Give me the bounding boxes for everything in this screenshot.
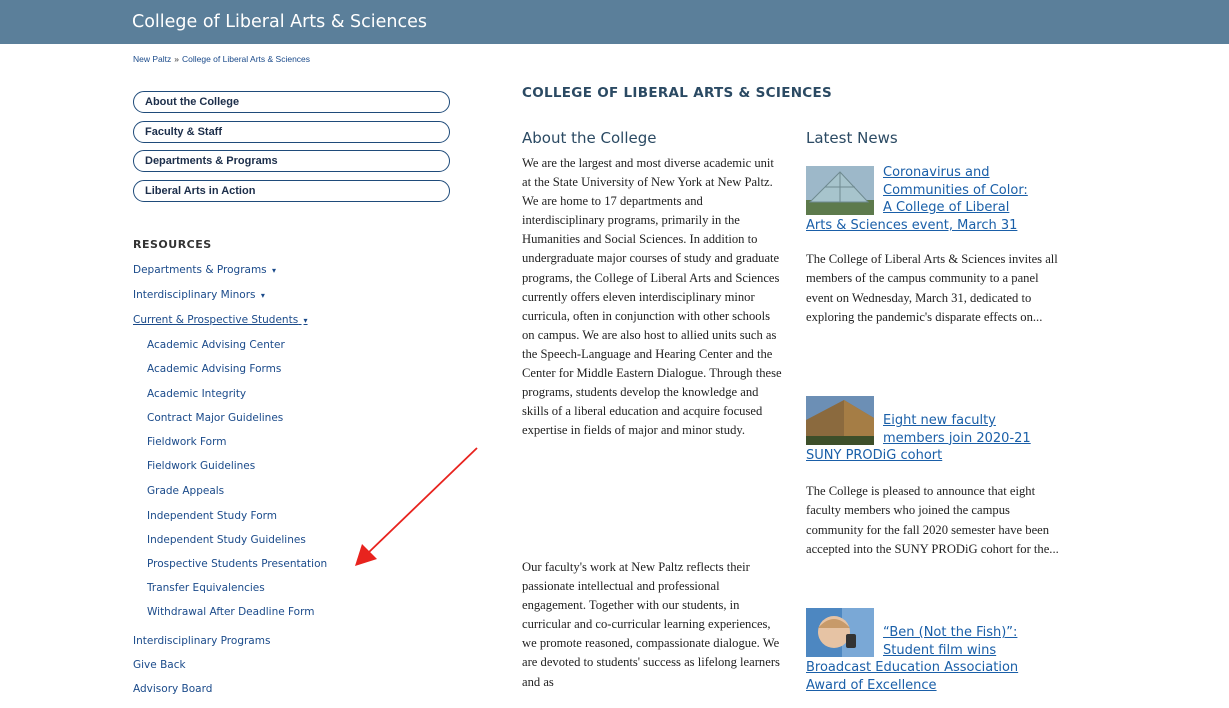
news-item-title[interactable]: “Ben (Not the Fish)”: Student film wins Br… [806,624,1068,694]
site-title[interactable]: College of Liberal Arts & Sciences [132,12,427,32]
sub-item-withdrawal-after-deadline-form[interactable]: Withdrawal After Deadline Form [147,606,314,618]
sub-item-academic-advising-forms[interactable]: Academic Advising Forms [147,363,281,375]
resources-current-prospective-students-label: Current & Prospective Students [133,314,299,326]
pill-departments-programs[interactable]: Departments & Programs [133,150,450,172]
pill-about-the-college[interactable]: About the College [133,91,450,113]
caret-down-icon: ▾ [303,316,308,325]
about-paragraph-1: We are the largest and most diverse acad… [522,156,782,438]
sub-item-contract-major-guidelines[interactable]: Contract Major Guidelines [147,412,283,424]
latest-news-heading: Latest News [806,129,898,147]
news-item-title[interactable]: Coronavirus and Communities of Color: A Co… [806,164,1068,234]
resources-heading: RESOURCES [133,238,212,251]
breadcrumb-separator: » [174,54,179,64]
about-paragraph-2: Our faculty's work at New Paltz reflects… [522,560,780,689]
resources-departments-programs[interactable]: Departments & Programs ▾ [133,264,276,276]
sub-item-independent-study-form[interactable]: Independent Study Form [147,510,277,522]
sub-item-academic-advising-center[interactable]: Academic Advising Center [147,339,285,351]
caret-down-icon: ▾ [260,291,265,300]
breadcrumb: New Paltz» College of Liberal Arts & Scie… [133,54,310,64]
sub-item-fieldwork-form[interactable]: Fieldwork Form [147,436,226,448]
link-interdisciplinary-programs[interactable]: Interdisciplinary Programs [133,635,270,647]
resources-interdisciplinary-minors-label: Interdisciplinary Minors [133,289,256,301]
sub-item-prospective-students-presentation[interactable]: Prospective Students Presentation [147,558,327,570]
page-title: COLLEGE OF LIBERAL ARTS & SCIENCES [522,85,833,101]
news-item-summary: The College of Liberal Arts & Sciences i… [806,252,1058,324]
resources-current-prospective-students[interactable]: Current & Prospective Students ▾ [133,314,308,326]
sub-item-fieldwork-guidelines[interactable]: Fieldwork Guidelines [147,460,255,472]
pill-liberal-arts-in-action[interactable]: Liberal Arts in Action [133,180,450,202]
link-give-back[interactable]: Give Back [133,659,186,671]
annotation-arrow-icon [355,447,478,566]
breadcrumb-new-paltz[interactable]: New Paltz [133,54,171,64]
breadcrumb-college[interactable]: College of Liberal Arts & Sciences [182,54,310,64]
site-header: College of Liberal Arts & Sciences [0,0,1229,44]
sub-item-independent-study-guidelines[interactable]: Independent Study Guidelines [147,534,306,546]
resources-interdisciplinary-minors[interactable]: Interdisciplinary Minors ▾ [133,289,265,301]
news-item-title[interactable]: Eight new faculty members join 2020-21 SUN… [806,412,1068,465]
about-heading: About the College [522,129,657,147]
caret-down-icon: ▾ [272,266,277,275]
link-advisory-board[interactable]: Advisory Board [133,683,212,695]
resources-departments-programs-label: Departments & Programs [133,264,267,276]
sub-item-transfer-equivalencies[interactable]: Transfer Equivalencies [147,582,265,594]
sub-item-grade-appeals[interactable]: Grade Appeals [147,485,224,497]
pill-faculty-staff[interactable]: Faculty & Staff [133,121,450,143]
sub-item-academic-integrity[interactable]: Academic Integrity [147,388,246,400]
news-item-summary: The College is pleased to announce that … [806,484,1059,556]
